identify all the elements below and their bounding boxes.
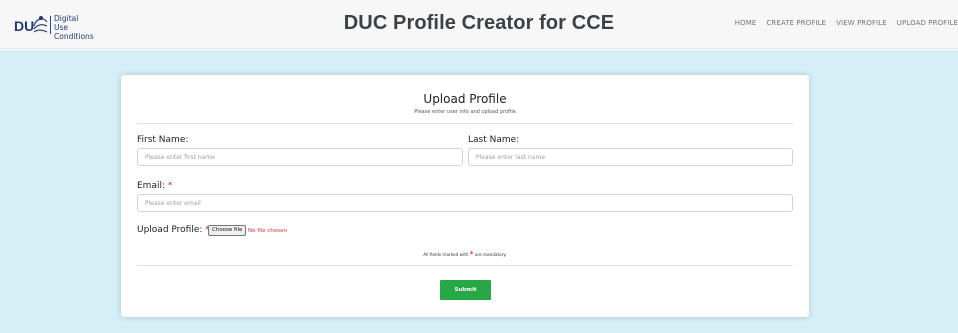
choose-file-button[interactable]: Choose file <box>208 225 247 236</box>
email-label: Email: * <box>137 181 172 191</box>
nav-create-profile[interactable]: CREATE PROFILE <box>766 19 826 27</box>
email-input[interactable] <box>137 194 793 212</box>
mandatory-note-suffix: are mandatory. <box>474 252 507 257</box>
file-status: No file chosen <box>248 228 287 234</box>
form-divider-top <box>137 123 793 124</box>
first-name-input[interactable] <box>137 148 463 166</box>
mandatory-note-star: * <box>469 250 474 258</box>
mandatory-note-prefix: All fields marked with <box>423 252 469 257</box>
email-label-text: Email: <box>137 181 166 191</box>
mandatory-note: All fields marked with * are mandatory. <box>121 250 809 258</box>
last-name-input[interactable] <box>468 148 793 166</box>
form-title: Upload Profile <box>423 92 507 106</box>
nav-view-profile[interactable]: VIEW PROFILE <box>836 19 887 27</box>
upload-profile-label: Upload Profile: * <box>137 225 210 235</box>
form-divider-bottom <box>137 265 793 266</box>
upload-label-text: Upload Profile: <box>137 225 203 235</box>
first-name-label: First Name: <box>137 135 189 145</box>
top-header: DU Digital Use Conditions DUC Profile Cr… <box>0 0 958 49</box>
form-subtitle: Please enter user info and upload profil… <box>414 109 516 115</box>
upload-profile-card: Upload Profile Please enter user info an… <box>121 75 809 317</box>
submit-button[interactable]: Submit <box>440 280 491 300</box>
nav-home[interactable]: HOME <box>735 19 757 27</box>
last-name-label: Last Name: <box>468 135 520 145</box>
top-nav: HOME CREATE PROFILE VIEW PROFILE UPLOAD … <box>725 19 958 27</box>
email-required-star: * <box>167 181 173 191</box>
nav-upload-profile[interactable]: UPLOAD PROFILE <box>897 19 958 27</box>
